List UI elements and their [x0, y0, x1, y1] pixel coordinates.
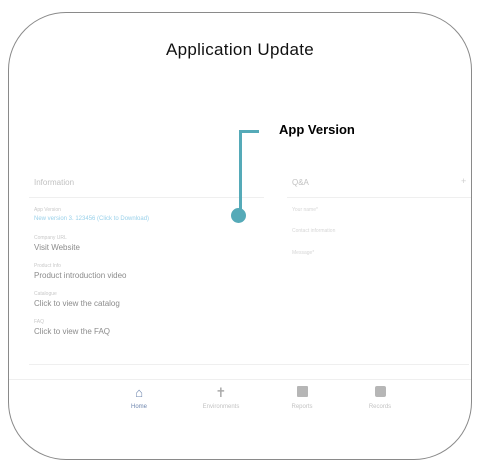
annotation-line-horizontal — [239, 130, 259, 133]
nav-label: Records — [368, 404, 392, 410]
annotation-dot — [231, 208, 246, 223]
divider — [29, 197, 264, 198]
nav-reports[interactable]: Reports — [267, 385, 337, 410]
chart-icon — [267, 385, 337, 400]
info-item-product-info[interactable]: Product Info Product introduction video — [34, 263, 127, 281]
document-icon — [345, 385, 415, 400]
nav-records[interactable]: Records — [345, 385, 415, 410]
screenshot-card: Application Update Information App Versi… — [8, 12, 472, 460]
nav-label: Environments — [202, 404, 240, 410]
qa-title: Q&A — [292, 178, 309, 187]
qa-add-button[interactable]: + — [461, 176, 466, 186]
divider — [29, 364, 469, 365]
qa-name-field[interactable]: Your name* — [292, 207, 318, 213]
faq-link[interactable]: Click to view the FAQ — [34, 326, 110, 337]
download-link[interactable]: New version 3. 123456 (Click to Download… — [34, 214, 149, 225]
info-item-company-url[interactable]: Company URL Visit Website — [34, 235, 80, 253]
home-icon: ⌂ — [135, 385, 143, 400]
info-label: FAQ — [34, 319, 45, 325]
nav-label: Reports — [291, 404, 313, 410]
info-item-catalogue[interactable]: Catalogue Click to view the catalog — [34, 291, 120, 309]
person-icon: ✝ — [215, 385, 227, 400]
website-link[interactable]: Visit Website — [34, 242, 80, 253]
nav-home[interactable]: ⌂ Home — [104, 385, 174, 410]
qa-contact-field[interactable]: Contact information — [292, 228, 335, 234]
nav-label: Home — [130, 404, 147, 410]
info-item-faq[interactable]: FAQ Click to view the FAQ — [34, 319, 110, 337]
qa-message-field[interactable]: Message* — [292, 250, 314, 256]
catalog-link[interactable]: Click to view the catalog — [34, 298, 120, 309]
app-screen: Information App Version New version 3. 1… — [9, 13, 471, 459]
info-label: Product Info — [34, 263, 61, 269]
annotation-label: App Version — [279, 122, 355, 137]
annotation-line-vertical — [239, 130, 242, 212]
info-label: Company URL — [34, 235, 67, 241]
info-label: Catalogue — [34, 291, 57, 297]
info-item-app-version[interactable]: App Version New version 3. 123456 (Click… — [34, 207, 149, 225]
bottom-nav: ⌂ Home ✝ Environments Reports Records — [9, 379, 471, 423]
nav-environments[interactable]: ✝ Environments — [186, 385, 256, 410]
information-title: Information — [34, 178, 75, 187]
divider — [287, 197, 471, 198]
info-label: App Version — [34, 207, 61, 213]
product-video-link[interactable]: Product introduction video — [34, 270, 127, 281]
